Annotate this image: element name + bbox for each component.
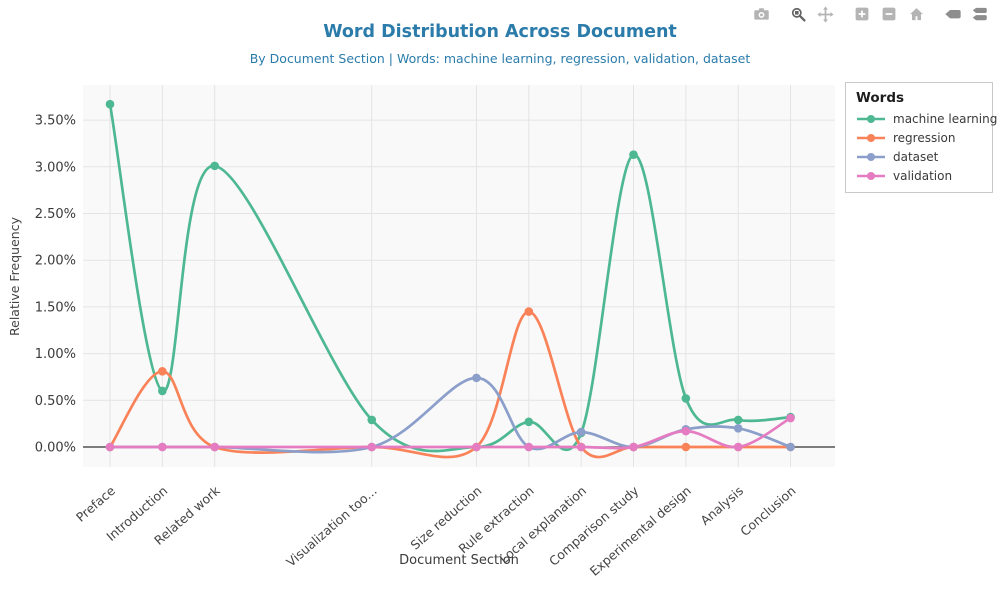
data-point-regression[interactable] bbox=[682, 443, 691, 452]
data-point-machine-learning[interactable] bbox=[525, 417, 534, 426]
data-point-validation[interactable] bbox=[786, 414, 795, 423]
legend-item-regression[interactable]: regression bbox=[856, 131, 982, 145]
y-tick-label: 3.00% bbox=[35, 160, 76, 175]
legend-marker-icon bbox=[856, 151, 886, 163]
data-point-validation[interactable] bbox=[525, 443, 534, 452]
x-tick-label: Visualization too... bbox=[283, 483, 380, 570]
data-point-validation[interactable] bbox=[158, 443, 167, 452]
data-point-validation[interactable] bbox=[367, 443, 376, 452]
legend: Words machine learning regression dataset v… bbox=[845, 82, 993, 193]
legend-label: machine learning bbox=[893, 112, 997, 126]
x-tick-label: Local explanation bbox=[496, 483, 589, 566]
data-point-regression[interactable] bbox=[525, 307, 534, 316]
data-point-dataset[interactable] bbox=[734, 424, 743, 433]
x-tick-label: Comparison study bbox=[546, 483, 642, 569]
x-tick-label: Conclusion bbox=[737, 483, 798, 539]
plot-background bbox=[83, 85, 835, 467]
data-point-validation[interactable] bbox=[210, 443, 219, 452]
y-tick-label: 2.50% bbox=[35, 207, 76, 222]
y-tick-label: 0.00% bbox=[35, 441, 76, 456]
y-tick-label: 1.50% bbox=[35, 300, 76, 315]
data-point-machine-learning[interactable] bbox=[682, 394, 691, 403]
data-point-machine-learning[interactable] bbox=[367, 416, 376, 425]
data-point-machine-learning[interactable] bbox=[158, 387, 167, 396]
legend-items: machine learning regression dataset validat… bbox=[856, 112, 982, 183]
data-point-validation[interactable] bbox=[472, 443, 481, 452]
data-point-machine-learning[interactable] bbox=[210, 162, 219, 171]
data-point-machine-learning[interactable] bbox=[629, 150, 638, 159]
data-point-validation[interactable] bbox=[629, 443, 638, 452]
y-tick-label: 1.00% bbox=[35, 347, 76, 362]
legend-label: validation bbox=[893, 169, 952, 183]
data-point-validation[interactable] bbox=[682, 427, 691, 436]
data-point-validation[interactable] bbox=[106, 443, 115, 452]
y-tick-label: 2.00% bbox=[35, 254, 76, 269]
legend-title: Words bbox=[856, 90, 982, 106]
data-point-dataset[interactable] bbox=[577, 428, 586, 437]
legend-marker-icon bbox=[856, 170, 886, 182]
data-point-dataset[interactable] bbox=[786, 443, 795, 452]
data-point-validation[interactable] bbox=[734, 443, 743, 452]
legend-marker-icon bbox=[856, 113, 886, 125]
x-tick-label: Experimental design bbox=[587, 483, 694, 579]
data-point-machine-learning[interactable] bbox=[734, 416, 743, 425]
data-point-validation[interactable] bbox=[577, 443, 586, 452]
legend-label: dataset bbox=[893, 150, 938, 164]
x-tick-label: Preface bbox=[73, 483, 118, 525]
legend-item-validation[interactable]: validation bbox=[856, 169, 982, 183]
x-tick-label: Analysis bbox=[697, 483, 746, 528]
data-point-machine-learning[interactable] bbox=[106, 100, 115, 109]
y-tick-label: 0.50% bbox=[35, 394, 76, 409]
data-point-regression[interactable] bbox=[158, 367, 167, 376]
legend-marker-icon bbox=[856, 132, 886, 144]
legend-label: regression bbox=[893, 131, 956, 145]
y-tick-label: 3.50% bbox=[35, 114, 76, 129]
legend-item-machine-learning[interactable]: machine learning bbox=[856, 112, 982, 126]
legend-item-dataset[interactable]: dataset bbox=[856, 150, 982, 164]
data-point-dataset[interactable] bbox=[472, 374, 481, 383]
